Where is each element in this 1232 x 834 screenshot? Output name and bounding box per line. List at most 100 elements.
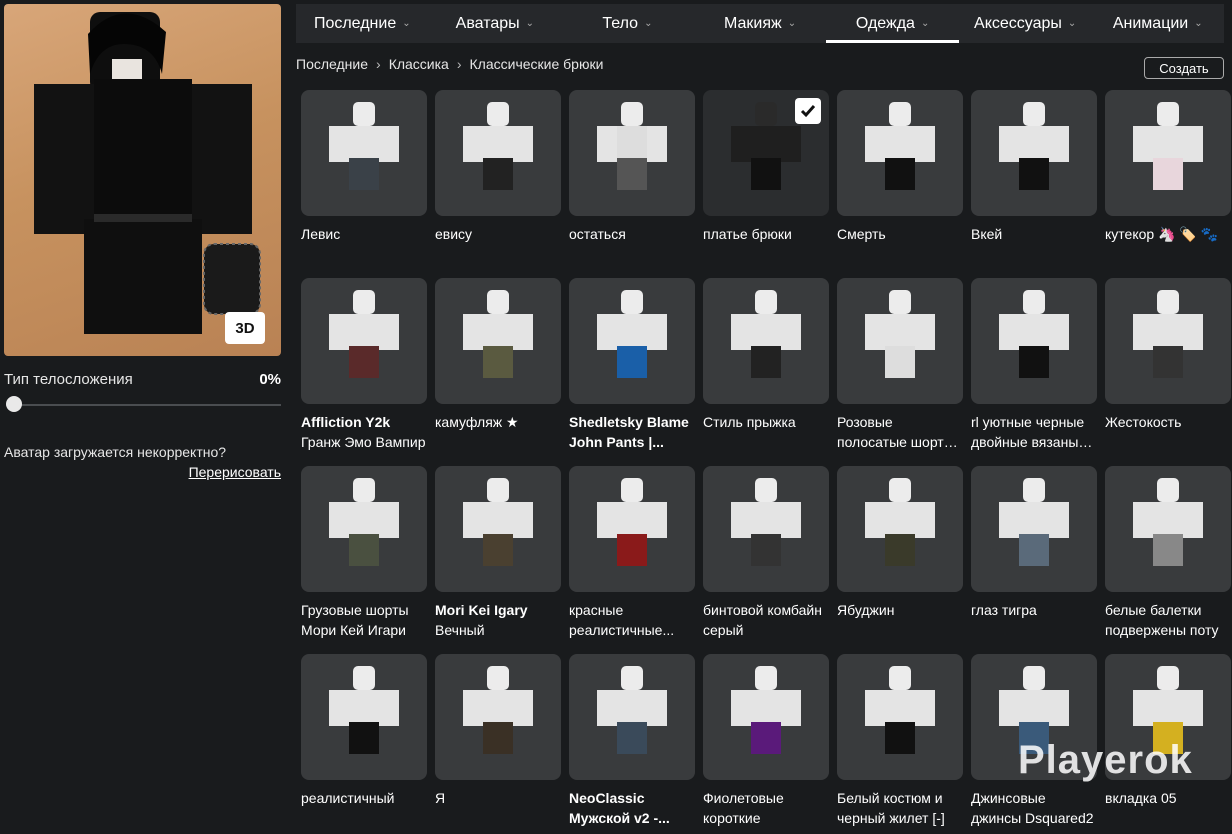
item-thumbnail	[971, 278, 1097, 404]
item-name: Я	[435, 790, 446, 806]
item-name: кутекор 🦄 🏷️ 🐾	[1105, 226, 1219, 242]
avatar-mannequin	[597, 290, 667, 378]
avatar-issue-text: Аватар загружается некорректно?	[4, 444, 227, 460]
breadcrumb-item[interactable]: Классика	[389, 56, 449, 72]
avatar-mannequin	[1133, 478, 1203, 566]
item-name-line2: короткие	[703, 810, 761, 826]
item-thumbnail	[435, 466, 561, 592]
redraw-link[interactable]: Перерисовать	[189, 464, 281, 480]
item-card[interactable]: глаз тигра	[971, 466, 1097, 646]
item-thumbnail	[435, 278, 561, 404]
item-name: Стиль прыжка	[703, 414, 796, 430]
item-thumbnail	[703, 466, 829, 592]
item-card[interactable]: Shedletsky Blame John Pants |...	[569, 278, 695, 458]
chevron-down-icon: ⌄	[402, 18, 411, 29]
item-name-line2: двойные вязаные...	[971, 434, 1097, 450]
avatar-panel: 3D Тип телосложения 0% Аватар загружаетс…	[0, 0, 296, 823]
avatar-mannequin	[597, 478, 667, 566]
item-card[interactable]: белые балетки подвержены поту	[1105, 466, 1231, 646]
item-card[interactable]: Левис	[301, 90, 427, 270]
item-name: остаться	[569, 226, 626, 242]
tab-2[interactable]: Тело ⌄	[561, 4, 694, 43]
item-thumbnail	[837, 278, 963, 404]
view-3d-button[interactable]: 3D	[225, 312, 265, 344]
breadcrumb-item[interactable]: Последние	[296, 56, 368, 72]
item-card[interactable]: Вкей	[971, 90, 1097, 270]
item-name: вкладка 05	[1105, 790, 1177, 806]
item-card[interactable]: Розовые полосатые шорты...	[837, 278, 963, 458]
item-thumbnail	[1105, 278, 1231, 404]
avatar-mannequin	[597, 666, 667, 754]
item-thumbnail	[1105, 466, 1231, 592]
avatar-mannequin	[731, 666, 801, 754]
avatar-mannequin	[865, 290, 935, 378]
item-name: евису	[435, 226, 473, 242]
tab-3[interactable]: Макияж ⌄	[694, 4, 827, 43]
item-name-line2: полосатые шорты...	[837, 434, 963, 450]
tab-6[interactable]: Анимации ⌄	[1091, 4, 1224, 43]
item-name: Грузовые шорты	[301, 602, 409, 618]
item-card[interactable]: кутекор 🦄 🏷️ 🐾	[1105, 90, 1231, 270]
item-name: Shedletsky Blame	[569, 414, 689, 430]
avatar-mannequin	[731, 478, 801, 566]
item-name: камуфляж ★	[435, 414, 519, 430]
avatar-preview[interactable]: 3D	[4, 4, 281, 356]
item-card[interactable]: платье брюки	[703, 90, 829, 270]
body-type-slider-track[interactable]	[6, 404, 281, 406]
item-name-line2: реалистичные...	[569, 622, 675, 638]
avatar-mannequin	[463, 478, 533, 566]
item-thumbnail	[301, 654, 427, 780]
item-card[interactable]: Смерть	[837, 90, 963, 270]
item-card[interactable]: бинтовой комбайн серый	[703, 466, 829, 646]
item-card[interactable]: камуфляж ★	[435, 278, 561, 458]
item-card[interactable]: Фиолетовые короткие	[703, 654, 829, 834]
tab-1[interactable]: Аватары ⌄	[429, 4, 562, 43]
item-thumbnail	[435, 654, 561, 780]
item-name-line2: Гранж Эмо Вампир	[301, 434, 426, 450]
avatar-mannequin	[329, 102, 399, 190]
item-card[interactable]: реалистичный	[301, 654, 427, 834]
item-card[interactable]: Грузовые шорты Мори Кей Игари	[301, 466, 427, 646]
chevron-down-icon: ⌄	[525, 18, 535, 29]
check-icon	[795, 98, 821, 124]
item-card[interactable]: Стиль прыжка	[703, 278, 829, 458]
item-name-line2: John Pants |...	[569, 434, 664, 450]
create-button[interactable]: Создать	[1144, 57, 1224, 79]
tab-0[interactable]: Последние ⌄	[296, 4, 429, 43]
avatar-mannequin	[1133, 102, 1203, 190]
item-card[interactable]: Белый костюм и черный жилет [-]	[837, 654, 963, 834]
item-card[interactable]: Affliction Y2k Гранж Эмо Вампир	[301, 278, 427, 458]
breadcrumb-item: Классические брюки	[469, 56, 604, 72]
avatar-mannequin	[463, 666, 533, 754]
tab-label: Анимации	[1112, 14, 1189, 32]
item-name: глаз тигра	[971, 602, 1037, 618]
body-type-slider-handle[interactable]	[6, 396, 22, 412]
item-name-line2: подвержены поту	[1105, 622, 1219, 638]
item-name: rl уютные черные	[971, 414, 1085, 430]
item-card[interactable]: Mori Kei Igary Вечный	[435, 466, 561, 646]
item-card[interactable]: rl уютные черные двойные вязаные...	[971, 278, 1097, 458]
item-name: платье брюки	[703, 226, 792, 242]
chevron-right-icon: ›	[456, 56, 462, 72]
item-card[interactable]: остаться	[569, 90, 695, 270]
item-thumbnail	[301, 466, 427, 592]
tab-5[interactable]: Аксессуары ⌄	[959, 4, 1092, 43]
item-name: Джинсовые	[971, 790, 1046, 806]
item-name: Вкей	[971, 226, 1003, 242]
item-card[interactable]: Ябуджин	[837, 466, 963, 646]
avatar-mannequin	[597, 102, 667, 190]
item-card[interactable]: евису	[435, 90, 561, 270]
item-card[interactable]: Жестокость	[1105, 278, 1231, 458]
chevron-down-icon: ⌄	[644, 18, 653, 29]
item-thumbnail	[1105, 90, 1231, 216]
item-name: Левис	[301, 226, 341, 242]
item-card[interactable]: Я	[435, 654, 561, 834]
item-thumbnail	[703, 278, 829, 404]
tab-4[interactable]: Одежда ⌄	[826, 4, 959, 43]
item-card[interactable]: NeoClassic Мужской v2 -...	[569, 654, 695, 834]
item-name: Смерть	[837, 226, 886, 242]
item-card[interactable]: красные реалистичные...	[569, 466, 695, 646]
item-name-line2: Вечный	[435, 622, 485, 638]
item-thumbnail	[837, 654, 963, 780]
item-name-line2: черный жилет [-]	[837, 810, 945, 826]
